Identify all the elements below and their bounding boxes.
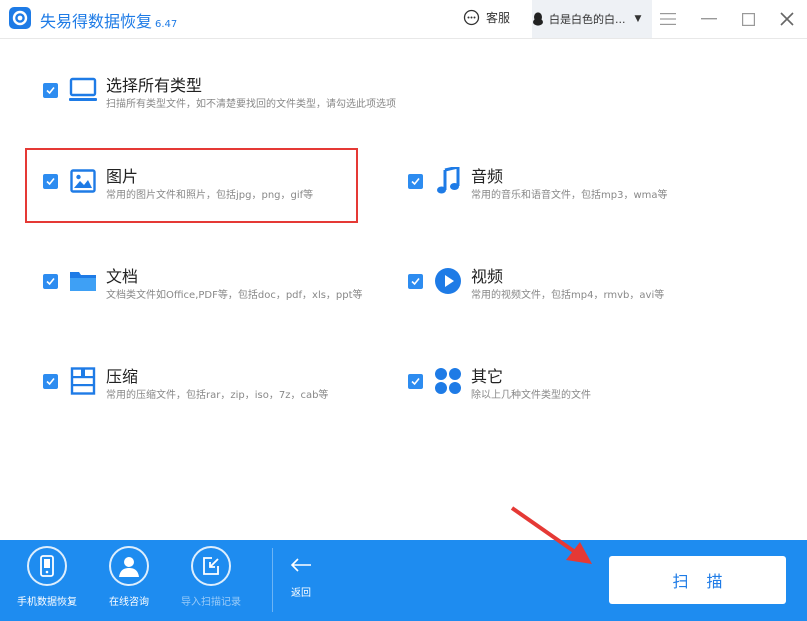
hamburger-menu-icon xyxy=(660,13,676,25)
import-scan-record-button[interactable]: 导入扫描记录 xyxy=(181,546,241,608)
app-title: 失易得数据恢复 6.47 xyxy=(40,12,178,31)
play-icon xyxy=(434,267,462,295)
option-title: 音频 xyxy=(471,167,504,186)
option-description: 常用的图片文件和照片，包括jpg，png，gif等 xyxy=(106,190,314,201)
bottom-bar: 手机数据恢复 在线咨询 导入扫描记录 返回 扫描 xyxy=(0,540,807,621)
option-description: 扫描所有类型文件，如不清楚要找回的文件类型，请勾选此项选项 xyxy=(106,99,396,110)
import-scan-record-label: 导入扫描记录 xyxy=(181,597,241,608)
annotation-arrow-icon xyxy=(510,506,592,564)
close-button[interactable] xyxy=(778,10,796,28)
divider xyxy=(272,548,273,612)
online-consult-button[interactable]: 在线咨询 xyxy=(109,546,149,608)
customer-service-button[interactable]: 客服 xyxy=(463,9,510,26)
chevron-down-icon: ▼ xyxy=(634,14,642,24)
title-bar: 失易得数据恢复 6.47 客服 白是白色的白... ▼ xyxy=(0,0,807,39)
checkmark-icon xyxy=(411,378,420,386)
checkbox-audio[interactable] xyxy=(408,174,423,189)
scan-button[interactable]: 扫描 xyxy=(609,556,786,604)
dots-icon xyxy=(434,367,462,395)
option-description: 常用的压缩文件，包括rar，zip，iso，7z，cab等 xyxy=(106,390,329,401)
penguin-icon xyxy=(533,12,543,26)
menu-button[interactable] xyxy=(659,10,677,28)
image-icon xyxy=(69,167,97,195)
back-button[interactable]: 返回 xyxy=(290,558,312,599)
phone-icon xyxy=(27,546,67,586)
option-description: 常用的视频文件，包括mp4，rmvb，avi等 xyxy=(471,290,665,301)
phone-recovery-button[interactable]: 手机数据恢复 xyxy=(17,546,77,608)
checkbox-all-types[interactable] xyxy=(43,83,58,98)
option-all-types[interactable]: 选择所有类型 扫描所有类型文件，如不清楚要找回的文件类型，请勾选此项选项 xyxy=(43,76,396,112)
option-title: 选择所有类型 xyxy=(106,76,203,95)
option-title: 视频 xyxy=(471,267,504,286)
customer-service-label: 客服 xyxy=(486,11,511,25)
minimize-button[interactable] xyxy=(700,10,718,28)
checkmark-icon xyxy=(46,378,55,386)
app-logo-icon xyxy=(9,7,31,29)
option-archive[interactable]: 压缩 常用的压缩文件，包括rar，zip，iso，7z，cab等 xyxy=(43,367,328,403)
option-images[interactable]: 图片 常用的图片文件和照片，包括jpg，png，gif等 xyxy=(43,167,313,203)
monitor-icon xyxy=(69,76,97,104)
option-title: 压缩 xyxy=(106,367,139,386)
user-account-dropdown[interactable]: 白是白色的白... ▼ xyxy=(532,0,652,38)
checkmark-icon xyxy=(411,278,420,286)
archive-icon xyxy=(69,367,97,395)
back-label: 返回 xyxy=(291,588,311,599)
option-title: 文档 xyxy=(106,267,139,286)
checkbox-video[interactable] xyxy=(408,274,423,289)
checkbox-images[interactable] xyxy=(43,174,58,189)
checkbox-other[interactable] xyxy=(408,374,423,389)
app-version: 6.47 xyxy=(155,19,178,30)
option-description: 文档类文件如Office,PDF等，包括doc，pdf，xls，ppt等 xyxy=(106,290,363,301)
checkbox-archive[interactable] xyxy=(43,374,58,389)
checkmark-icon xyxy=(46,278,55,286)
phone-recovery-label: 手机数据恢复 xyxy=(17,597,77,608)
maximize-icon xyxy=(741,12,755,26)
chat-icon xyxy=(463,9,480,26)
option-description: 除以上几种文件类型的文件 xyxy=(471,390,591,401)
option-documents[interactable]: 文档 文档类文件如Office,PDF等，包括doc，pdf，xls，ppt等 xyxy=(43,267,363,303)
checkmark-icon xyxy=(46,87,55,95)
option-title: 其它 xyxy=(471,367,504,386)
option-video[interactable]: 视频 常用的视频文件，包括mp4，rmvb，avi等 xyxy=(408,267,664,303)
user-icon xyxy=(109,546,149,586)
checkmark-icon xyxy=(411,178,420,186)
checkmark-icon xyxy=(46,178,55,186)
music-icon xyxy=(434,167,462,195)
option-other[interactable]: 其它 除以上几种文件类型的文件 xyxy=(408,367,591,403)
checkbox-documents[interactable] xyxy=(43,274,58,289)
minimize-icon xyxy=(701,18,717,20)
option-audio[interactable]: 音频 常用的音乐和语音文件，包括mp3，wma等 xyxy=(408,167,668,203)
user-name: 白是白色的白... xyxy=(549,13,626,26)
option-title: 图片 xyxy=(106,167,139,186)
import-icon xyxy=(191,546,231,586)
close-icon xyxy=(780,12,794,26)
online-consult-label: 在线咨询 xyxy=(109,597,149,608)
arrow-left-icon xyxy=(290,558,311,572)
maximize-button[interactable] xyxy=(739,10,757,28)
folder-icon xyxy=(69,267,97,295)
option-description: 常用的音乐和语音文件，包括mp3，wma等 xyxy=(471,190,668,201)
